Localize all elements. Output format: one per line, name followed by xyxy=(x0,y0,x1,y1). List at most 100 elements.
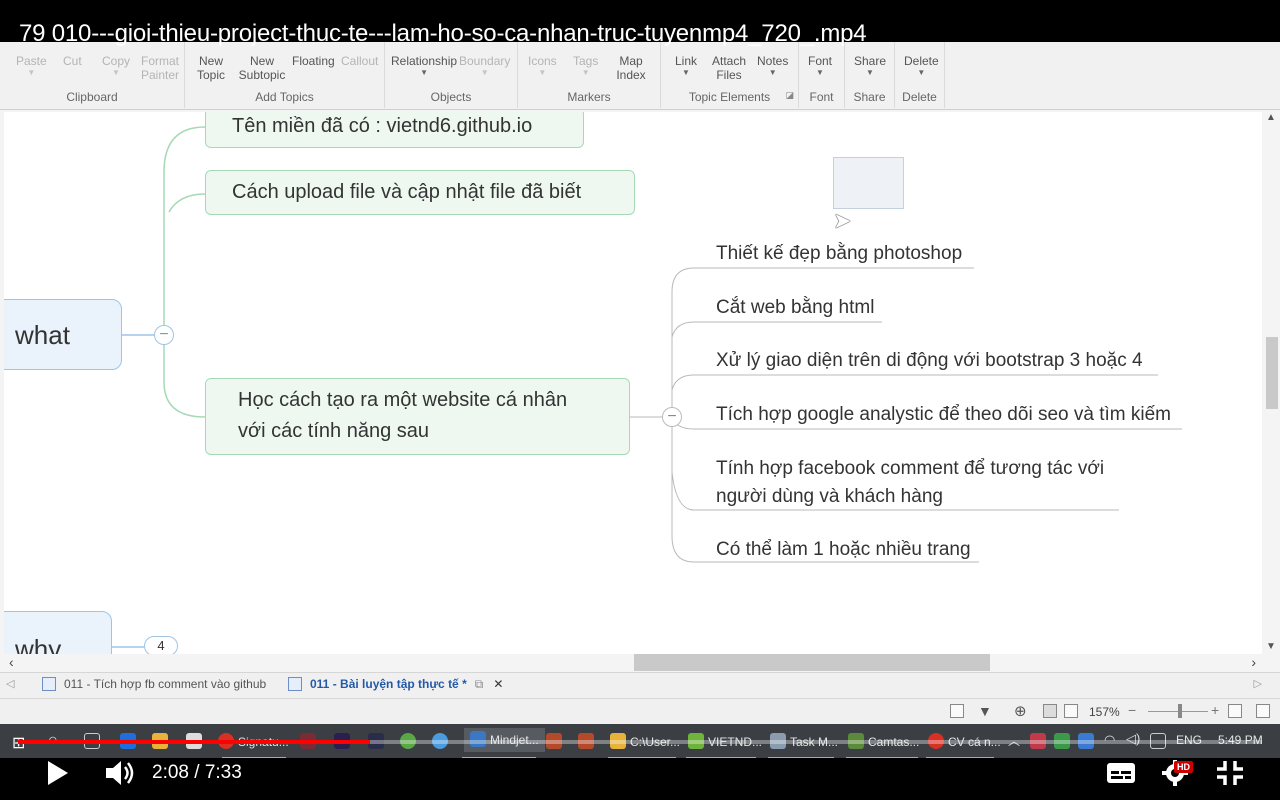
connector-upload-topic xyxy=(168,193,206,213)
ribbon-group-topic-elements: Link ▼ Attach Files Notes ▼ Topic Elements… xyxy=(661,42,799,108)
zoom-level: 157% xyxy=(1089,705,1120,719)
mouse-cursor-icon: ➤ xyxy=(833,208,852,233)
share-group-label: Share xyxy=(853,90,886,104)
subtopic-facebook-line2[interactable]: người dùng và khách hàng xyxy=(716,483,943,511)
link-button[interactable]: Link ▼ xyxy=(675,54,697,78)
tab-scroll-right-icon[interactable]: ▷ xyxy=(1254,677,1262,690)
zoom-slider-knob[interactable] xyxy=(1178,704,1182,718)
page-view-icon[interactable] xyxy=(950,704,964,718)
topic-website-line2: với các tính năng sau xyxy=(238,420,430,442)
topic-upload[interactable]: Cách upload file và cập nhật file đã biế… xyxy=(205,170,635,215)
boundary-button[interactable]: Boundary ▼ xyxy=(459,54,510,78)
objects-group-label: Objects xyxy=(430,90,472,104)
add-topics-group-label: Add Topics xyxy=(255,90,314,104)
why-children-badge[interactable]: 4 xyxy=(144,636,178,654)
topic-website[interactable]: Học cách tạo ra một website cá nhân với … xyxy=(205,378,630,455)
cut-button[interactable]: Cut xyxy=(63,54,82,68)
volume-icon[interactable] xyxy=(104,758,136,788)
ribbon-group-markers: Icons ▼ Tags ▼ Map Index Markers xyxy=(518,42,661,108)
subtopic-pages[interactable]: Có thể làm 1 hoặc nhiều trang xyxy=(716,536,971,564)
scroll-right-icon[interactable]: › xyxy=(1251,654,1256,670)
map-canvas[interactable]: Tên miền đã có : vietnd6.github.io Cách … xyxy=(4,112,1262,654)
volume-icon[interactable]: ◁) xyxy=(1126,731,1140,747)
new-topic-button[interactable]: New Topic xyxy=(190,54,232,82)
play-icon[interactable] xyxy=(46,760,70,786)
progress-bar[interactable] xyxy=(18,740,1262,744)
subtopic-html[interactable]: Cắt web bằng html xyxy=(716,294,874,322)
paste-button[interactable]: Paste ▼ xyxy=(16,54,47,78)
map-index-button[interactable]: Map Index xyxy=(610,54,652,82)
mindmap-file-icon xyxy=(42,677,56,691)
main-topic-why-text: why xyxy=(15,634,62,654)
scroll-left-icon[interactable]: ‹ xyxy=(9,654,14,670)
mindmap-file-icon xyxy=(288,677,302,691)
topic-elements-group-label: Topic Elements xyxy=(688,90,771,104)
tab-fb-comment[interactable]: 011 - Tích hợp fb comment vào github xyxy=(42,677,266,691)
topic-domain[interactable]: Tên miền đã có : vietnd6.github.io xyxy=(205,112,584,148)
relationship-button[interactable]: Relationship ▼ xyxy=(391,54,457,78)
topic-upload-text: Cách upload file và cập nhật file đã biế… xyxy=(232,181,582,203)
subtopic-photoshop[interactable]: Thiết kế đẹp bằng photoshop xyxy=(716,240,962,268)
hd-badge: HD xyxy=(1174,761,1193,773)
subtopic-google-analystic[interactable]: Tích hợp google analystic để theo dõi se… xyxy=(716,401,1171,429)
subtopic-bootstrap[interactable]: Xử lý giao diện trên di động với bootstr… xyxy=(716,347,1143,375)
float-tab-icon[interactable]: ⧉ xyxy=(475,677,484,691)
new-subtopic-button[interactable]: New Subtopic xyxy=(238,54,286,82)
format-painter-button[interactable]: Format Painter xyxy=(140,54,180,82)
outline-view-icon[interactable] xyxy=(1064,704,1078,718)
icons-button[interactable]: Icons ▼ xyxy=(528,54,557,78)
filter-icon[interactable]: ▼ xyxy=(978,703,992,719)
share-button[interactable]: Share ▼ xyxy=(854,54,886,78)
collapse-website-icon[interactable]: − xyxy=(662,407,682,427)
scroll-down-icon[interactable]: ▼ xyxy=(1266,641,1276,652)
document-tabs: ◁ 011 - Tích hợp fb comment vào github 0… xyxy=(0,672,1280,698)
progress-bar-fill xyxy=(18,740,371,744)
tab-scroll-left-icon[interactable]: ◁ xyxy=(6,677,14,690)
notes-button[interactable]: Notes ▼ xyxy=(757,54,788,78)
subtitles-icon[interactable] xyxy=(1106,762,1136,784)
zoom-fit-icon[interactable] xyxy=(1228,704,1242,718)
close-tab-icon[interactable]: ✕ xyxy=(493,677,503,691)
focus-topic-icon[interactable]: ⊕ xyxy=(1014,702,1027,720)
floating-button[interactable]: Floating xyxy=(292,54,335,68)
mindjet-icon xyxy=(470,731,486,747)
ribbon-group-delete: Delete ▼ Delete xyxy=(895,42,945,108)
fit-map-icon[interactable] xyxy=(1043,704,1057,718)
ribbon-group-objects: Relationship ▼ Boundary ▼ Objects xyxy=(385,42,518,108)
ribbon-group-font: Font ▼ Font xyxy=(799,42,845,108)
horizontal-scroll-thumb[interactable] xyxy=(634,654,990,671)
ribbon: Paste ▼ Cut Copy ▼ Format Painter Clipboar… xyxy=(0,42,1280,110)
ribbon-group-share: Share ▼ Share xyxy=(845,42,895,108)
zoom-out-icon[interactable]: − xyxy=(1128,702,1136,718)
subtopic-facebook-line1[interactable]: Tính hợp facebook comment để tương tác v… xyxy=(716,455,1104,483)
topic-website-line1: Học cách tạo ra một website cá nhân xyxy=(238,389,568,411)
clipboard-group-label: Clipboard xyxy=(66,90,118,104)
status-bar: ▼ ⊕ 157% − + xyxy=(0,698,1280,724)
collapse-what-icon[interactable]: − xyxy=(154,325,174,345)
tab-bai-luyen-tap[interactable]: 011 - Bài luyện tập thực tế * ⧉ ✕ xyxy=(288,677,503,692)
scroll-up-icon[interactable]: ▲ xyxy=(1266,112,1276,123)
font-group-label: Font xyxy=(809,90,834,104)
horizontal-scrollbar[interactable]: ‹ › xyxy=(0,654,1262,672)
attach-files-button[interactable]: Attach Files xyxy=(711,54,747,82)
tags-button[interactable]: Tags ▼ xyxy=(573,54,598,78)
time-display: 2:08 / 7:33 xyxy=(152,762,242,783)
zoom-in-icon[interactable]: + xyxy=(1211,702,1219,718)
exit-fullscreen-icon[interactable] xyxy=(1216,760,1244,786)
font-button[interactable]: Font ▼ xyxy=(808,54,832,78)
panel-toggle-icon[interactable] xyxy=(1256,704,1270,718)
delete-group-label: Delete xyxy=(902,90,937,104)
markers-group-label: Markers xyxy=(567,90,611,104)
main-topic-what[interactable]: what xyxy=(4,299,122,370)
main-topic-why[interactable]: why xyxy=(4,611,112,654)
callout-button[interactable]: Callout xyxy=(341,54,378,68)
topic-domain-text: Tên miền đã có : vietnd6.github.io xyxy=(232,115,533,137)
vertical-scroll-thumb[interactable] xyxy=(1266,337,1278,409)
dialog-launcher-icon[interactable]: ◪ xyxy=(785,90,794,101)
video-title[interactable]: 79 010---gioi-thieu-project-thuc-te---la… xyxy=(19,20,867,48)
player-title-bar: 79 010---gioi-thieu-project-thuc-te---la… xyxy=(0,0,1280,47)
copy-button[interactable]: Copy ▼ xyxy=(102,54,130,78)
ribbon-group-add-topics: New Topic New Subtopic Floating Callout … xyxy=(185,42,385,108)
vertical-scrollbar[interactable]: ▲ ▼ xyxy=(1262,112,1280,654)
delete-button[interactable]: Delete ▼ xyxy=(904,54,939,78)
